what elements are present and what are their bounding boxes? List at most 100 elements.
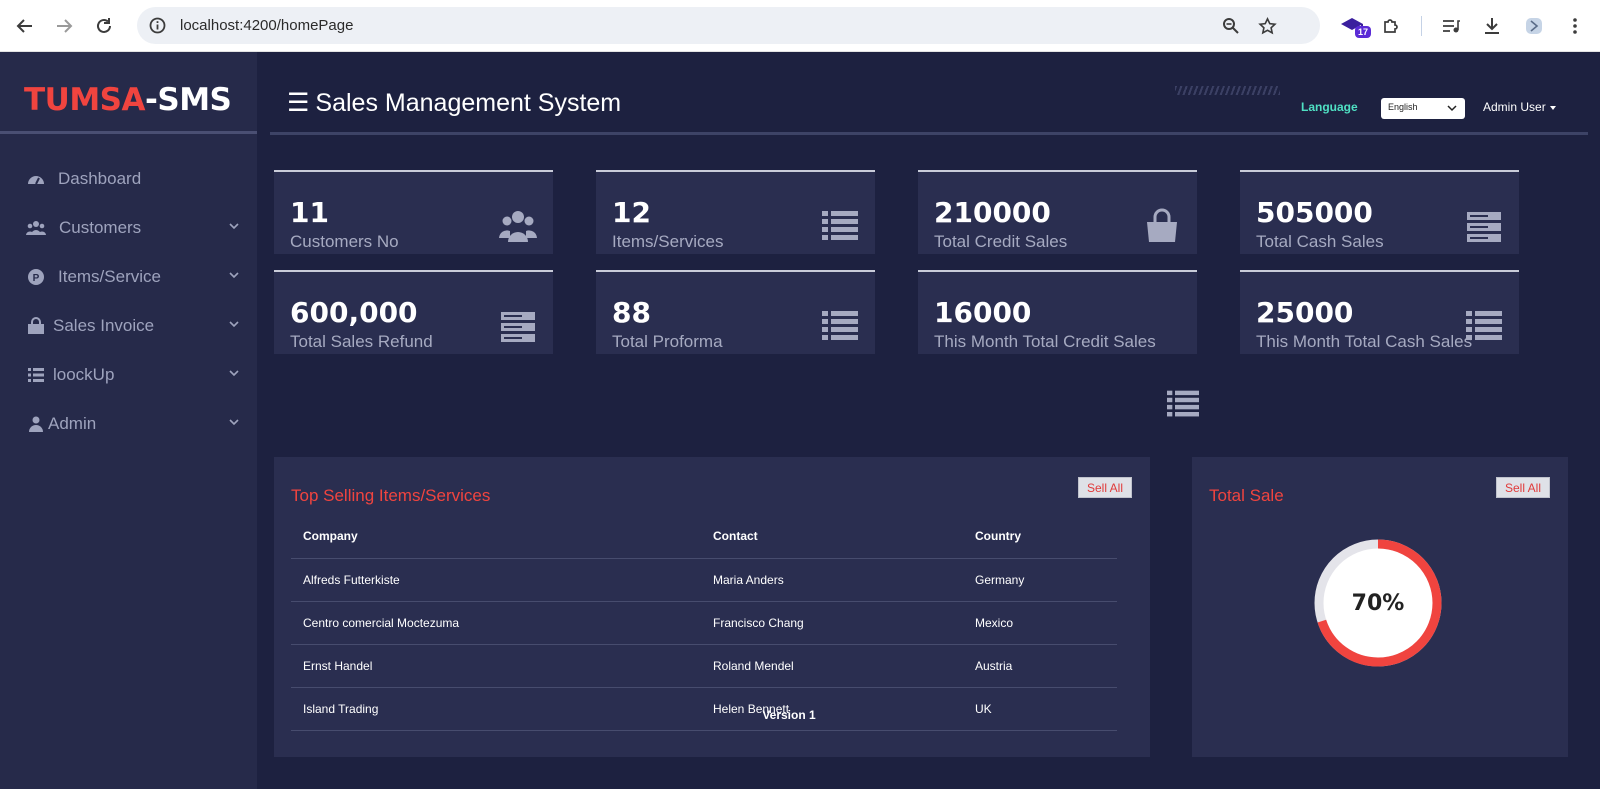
stat-value: 11	[290, 196, 329, 229]
table-row[interactable]: Centro comercial Moctezuma Francisco Cha…	[291, 601, 1117, 645]
stat-card-total-proforma[interactable]: 88 Total Proforma	[596, 270, 875, 354]
stat-label: Total Sales Refund	[290, 332, 433, 351]
media-queue-icon[interactable]	[1438, 13, 1464, 39]
sidebar-item-sales-invoice[interactable]: Sales Invoice	[0, 306, 257, 346]
extensions-puzzle-icon[interactable]	[1378, 13, 1404, 39]
chevron-down-icon	[229, 223, 239, 230]
sidebar-item-items-service[interactable]: P Items/Service	[0, 257, 257, 297]
profile-avatar-icon[interactable]	[1521, 13, 1547, 39]
stat-card-customers[interactable]: 11 Customers No	[274, 170, 553, 254]
table-cell: Centro comercial Moctezuma	[291, 601, 701, 645]
table-cell: Austria	[963, 644, 1117, 688]
stat-value: 88	[612, 296, 651, 329]
footer	[257, 757, 1600, 789]
page-title: ☰ Sales Management System	[287, 88, 621, 118]
stat-card-total-credit-sales[interactable]: 210000 Total Credit Sales	[918, 170, 1197, 254]
language-select[interactable]: English	[1381, 98, 1465, 119]
sidebar-item-customers[interactable]: Customers	[0, 208, 257, 248]
stat-value: 210000	[934, 196, 1051, 229]
sidebar-item-label: Sales Invoice	[53, 316, 155, 335]
sidebar-item-admin[interactable]: Admin	[0, 404, 257, 444]
sidebar-item-label: Dashboard	[58, 169, 142, 188]
users-icon	[26, 218, 46, 238]
extension-graduation-icon[interactable]: 17	[1339, 13, 1372, 39]
hamburger-menu-icon[interactable]: ☰	[287, 89, 309, 117]
shopping-bag-icon	[26, 316, 46, 336]
panel-title: Total Sale	[1209, 486, 1284, 505]
sidebar-item-dashboard[interactable]: Dashboard	[0, 159, 257, 199]
total-sale-panel: Total Sale Sell All 70%	[1192, 457, 1568, 789]
toolbar-divider	[1421, 16, 1422, 36]
sidebar-item-label: Items/Service	[58, 267, 161, 286]
user-icon	[26, 414, 46, 434]
caret-down-icon	[1549, 105, 1556, 110]
svg-text:P: P	[33, 273, 40, 284]
bookmark-star-icon[interactable]	[1257, 16, 1277, 36]
brand-name-white: -SMS	[145, 82, 232, 118]
header-divider	[270, 132, 1588, 135]
table-cell: Francisco Chang	[701, 601, 963, 645]
top-selling-table: Company Contact Country Alfreds Futterki…	[291, 515, 1117, 731]
sidebar-item-lookup[interactable]: loockUp	[0, 355, 257, 395]
brand-divider	[0, 131, 257, 134]
zoom-icon[interactable]	[1221, 16, 1241, 36]
download-icon[interactable]	[1479, 13, 1505, 39]
column-header-company: Company	[291, 515, 701, 559]
panel-title: Top Selling Items/Services	[291, 486, 491, 505]
list-icon	[1466, 311, 1502, 340]
list-icon	[822, 211, 858, 240]
server-icon	[1467, 212, 1501, 242]
forward-icon[interactable]	[50, 12, 78, 40]
browser-menu-icon[interactable]	[1562, 13, 1588, 39]
sell-all-button[interactable]: Sell All	[1496, 477, 1550, 498]
table-header-row: Company Contact Country	[291, 515, 1117, 559]
stat-card-total-cash-sales[interactable]: 505000 Total Cash Sales	[1240, 170, 1519, 254]
shopping-bag-icon	[1147, 208, 1177, 242]
stat-value: 25000	[1256, 296, 1354, 329]
table-row[interactable]: Alfreds Futterkiste Maria Anders Germany	[291, 558, 1117, 602]
language-selected-value: English	[1388, 102, 1418, 112]
stat-value: 12	[612, 196, 651, 229]
stat-label: Customers No	[290, 232, 399, 251]
page-title-text: Sales Management System	[315, 89, 622, 117]
back-icon[interactable]	[11, 12, 39, 40]
stat-label: Total Cash Sales	[1256, 232, 1384, 251]
top-selling-panel: Top Selling Items/Services Sell All Comp…	[274, 457, 1150, 789]
chevron-down-icon	[229, 370, 239, 377]
brand-logo[interactable]: TUMSA-SMS	[24, 82, 232, 118]
sidebar-item-label: Customers	[59, 218, 142, 237]
url-text[interactable]: localhost:4200/homePage	[180, 17, 353, 34]
reload-icon[interactable]	[90, 12, 118, 40]
main-content: ☰ Sales Management System Language Englis…	[257, 52, 1600, 789]
column-header-country: Country	[963, 515, 1117, 559]
table-cell: Roland Mendel	[701, 644, 963, 688]
table-row[interactable]: Ernst Handel Roland Mendel Austria	[291, 644, 1117, 688]
stat-card-items-services[interactable]: 12 Items/Services	[596, 170, 875, 254]
stat-label: This Month Total Cash Sales	[1256, 332, 1473, 351]
list-icon	[1167, 390, 1199, 417]
stat-label: This Month Total Credit Sales	[934, 332, 1156, 351]
dashboard-icon	[26, 169, 46, 189]
sell-all-button[interactable]: Sell All	[1078, 477, 1132, 498]
table-cell: Mexico	[963, 601, 1117, 645]
donut-percent-label: 70%	[1351, 590, 1405, 616]
list-icon	[26, 365, 46, 385]
site-info-icon[interactable]	[149, 17, 166, 39]
sidebar-item-label: loockUp	[53, 365, 115, 384]
brand-name-red: TUMSA	[24, 82, 146, 118]
stat-value: 600,000	[290, 296, 418, 329]
list-icon	[822, 311, 858, 340]
address-bar[interactable]: localhost:4200/homePage	[137, 7, 1320, 44]
product-icon: P	[26, 267, 46, 287]
stat-label: Total Proforma	[612, 332, 723, 351]
table-cell: Germany	[963, 558, 1117, 602]
chevron-down-icon	[229, 272, 239, 279]
stat-card-total-sales-refund[interactable]: 600,000 Total Sales Refund	[274, 270, 553, 354]
user-menu[interactable]: Admin User	[1483, 100, 1556, 114]
chevron-down-icon	[229, 419, 239, 426]
stat-card-month-credit-sales[interactable]: 16000 This Month Total Credit Sales	[918, 270, 1197, 354]
stat-card-month-cash-sales[interactable]: 25000 This Month Total Cash Sales	[1240, 270, 1519, 354]
chevron-down-icon	[229, 321, 239, 328]
language-label: Language	[1301, 100, 1358, 114]
stat-label: Items/Services	[612, 232, 724, 251]
